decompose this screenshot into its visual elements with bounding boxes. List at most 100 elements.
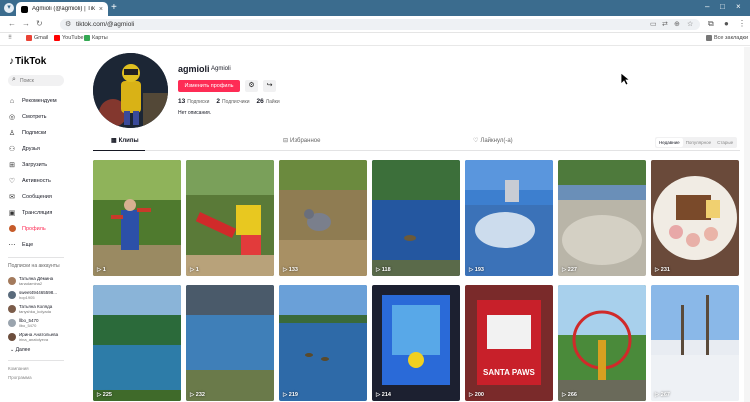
bookmark-icon: ⊟ — [283, 138, 289, 144]
video-thumbnail[interactable]: ▷ 219 — [279, 285, 367, 401]
search-box[interactable]: ⌕ — [8, 75, 64, 86]
tiktok-favicon-icon — [21, 5, 28, 13]
tiktok-logo[interactable]: ♪ TikTok — [9, 56, 46, 67]
mouse-cursor-icon — [620, 72, 630, 86]
friends-icon: ⚇ — [8, 146, 16, 153]
avatar — [8, 305, 16, 313]
following-count[interactable]: 13 Подписки — [178, 98, 209, 105]
nav-item-recommended[interactable]: ⌂ Рекомендуем — [8, 96, 57, 106]
video-thumbnail[interactable]: ▷ 232 — [186, 285, 274, 401]
address-bar-row: ← → ↻ ⚙ tiktok.com/@agmioli ▭ ⇄ ⊕ ☆ ⧉ ● … — [0, 16, 750, 33]
following-account[interactable]: Ирина Анатольева irina_anatolyeva — [8, 331, 58, 343]
following-account[interactable]: sweet494465598... hop1905 — [8, 289, 57, 301]
followers-count[interactable]: 2 Подписчики — [216, 98, 249, 105]
nav-item-friends[interactable]: ⚇ Друзья — [8, 144, 40, 154]
extensions-icon[interactable]: ⧉ — [708, 19, 714, 29]
video-thumbnail[interactable]: ▷ 214 — [372, 285, 460, 401]
profile-avatar-large[interactable] — [93, 53, 168, 128]
bookmark-gmail[interactable]: Gmail — [26, 35, 48, 41]
nav-item-live[interactable]: ▣ Трансляция — [8, 208, 53, 218]
back-icon[interactable]: ← — [8, 19, 16, 28]
sidebar: ♪ TikTok ⌕ ⌂Рекомендуем ◎Смотреть ♙Подпи… — [0, 47, 68, 402]
tab-liked[interactable]: ♡ Лайкнул(-а) — [473, 137, 513, 145]
settings-gear-icon[interactable]: ⚙ — [245, 80, 258, 92]
all-bookmarks[interactable]: Все закладки — [706, 35, 748, 41]
bookmark-youtube[interactable]: YouTube — [54, 35, 84, 41]
zoom-icon[interactable]: ⊕ — [674, 20, 680, 28]
tab-search-icon[interactable]: ▾ — [4, 3, 14, 13]
video-thumbnail[interactable]: ▷ 1 — [93, 160, 181, 276]
reload-icon[interactable]: ↻ — [36, 19, 43, 28]
video-thumbnail[interactable]: ▷ 266 — [558, 285, 646, 401]
avatar — [8, 291, 16, 299]
profile-avatar — [8, 224, 16, 232]
nav-item-upload[interactable]: ⊞ Загрузить — [8, 160, 47, 170]
video-thumbnail[interactable]: ▷ 133 — [279, 160, 367, 276]
bookmark-star-icon[interactable]: ☆ — [687, 20, 693, 28]
minimize-button[interactable]: – — [705, 2, 709, 11]
heart-icon: ♡ — [473, 138, 479, 144]
footer-link-company[interactable]: Компания — [8, 366, 29, 371]
nav-item-following[interactable]: ♙ Подписки — [8, 128, 47, 138]
sort-oldest[interactable]: Старые — [714, 138, 736, 147]
browser-menu-icon[interactable]: ⋮ — [738, 19, 746, 28]
video-thumbnail[interactable]: SANTA PAWS ▷ 200 — [465, 285, 553, 401]
site-info-icon[interactable]: ⚙ — [65, 20, 71, 28]
likes-count: 26 Лайки — [256, 98, 280, 105]
nav-item-activity[interactable]: ♡ Активность — [8, 176, 51, 186]
maps-icon — [84, 35, 90, 41]
following-account[interactable]: Татьяна Дёмина tanadamina2 — [8, 275, 53, 287]
svg-text:SANTA PAWS: SANTA PAWS — [483, 368, 536, 377]
video-thumbnail[interactable]: ▷ 225 — [93, 285, 181, 401]
address-input[interactable]: ⚙ tiktok.com/@agmioli ▭ ⇄ ⊕ ☆ — [60, 19, 700, 30]
search-input[interactable] — [20, 76, 60, 85]
video-thumbnail[interactable]: ▷ 231 — [651, 160, 739, 276]
compass-icon: ◎ — [8, 114, 16, 121]
nav-item-explore[interactable]: ◎ Смотреть — [8, 112, 47, 122]
share-icon[interactable]: ↪ — [263, 80, 276, 92]
video-thumbnail[interactable]: ▷ 193 — [465, 160, 553, 276]
folder-icon — [706, 35, 712, 41]
nav-item-messages[interactable]: ✉ Сообщения — [8, 192, 52, 202]
browser-tab-bar: ▾ Agmioli (@agmioli) | TikTok × + – □ × — [0, 0, 750, 16]
profile-icon[interactable]: ● — [724, 19, 729, 28]
install-app-icon[interactable]: ▭ — [650, 20, 657, 28]
active-tab-indicator — [93, 149, 145, 151]
edit-profile-button[interactable]: Изменить профиль — [178, 80, 240, 92]
following-account[interactable]: Татьяна Коляда tanyshka_kolyada — [8, 303, 52, 315]
following-account[interactable]: llbo_5470 llbo_5470 — [8, 317, 39, 329]
video-thumbnail[interactable]: ▷ 267 — [651, 285, 739, 401]
nav-item-more[interactable]: ⋯ Еще — [8, 240, 34, 250]
divider — [8, 360, 64, 361]
video-thumbnail[interactable]: ▷ 118 — [372, 160, 460, 276]
bookmarks-bar: ⠿ Gmail YouTube Карты Все закладки — [0, 33, 750, 46]
tab-title: Agmioli (@agmioli) | TikTok — [32, 6, 95, 12]
translate-icon[interactable]: ⇄ — [662, 20, 668, 28]
sort-recent[interactable]: Недавние — [656, 138, 683, 147]
profile-username: agmioli — [178, 64, 210, 74]
bookmark-maps[interactable]: Карты — [84, 35, 108, 41]
avatar — [8, 319, 16, 327]
nav-item-profile[interactable]: Профиль — [8, 224, 46, 234]
page-scrollbar[interactable] — [744, 47, 750, 402]
forward-icon[interactable]: → — [22, 19, 30, 28]
apps-icon[interactable]: ⠿ — [8, 35, 12, 41]
sort-toggle: Недавние Популярное Старые — [655, 137, 738, 148]
maximize-button[interactable]: □ — [720, 2, 725, 11]
profile-stats: 13 Подписки 2 Подписчики 26 Лайки — [178, 98, 280, 105]
video-thumbnail[interactable]: ▷ 227 — [558, 160, 646, 276]
sort-popular[interactable]: Популярное — [683, 138, 714, 147]
browser-tab[interactable]: Agmioli (@agmioli) | TikTok × — [16, 2, 108, 16]
tab-close-icon[interactable]: × — [99, 6, 103, 13]
live-icon: ▣ — [8, 210, 16, 217]
gmail-icon — [26, 35, 32, 41]
video-thumbnail[interactable]: ▷ 1 — [186, 160, 274, 276]
following-section-title: Подписки на аккаунты — [8, 263, 60, 269]
new-tab-button[interactable]: + — [111, 2, 117, 14]
tab-favorites[interactable]: ⊟ Избранное — [283, 137, 320, 145]
more-following-link[interactable]: ⌄ Далее — [10, 347, 30, 353]
tab-videos[interactable]: ▦ Клипы — [111, 137, 139, 145]
footer-link-program[interactable]: Программа — [8, 375, 32, 380]
messages-icon: ✉ — [9, 194, 15, 201]
close-window-button[interactable]: × — [736, 2, 741, 11]
